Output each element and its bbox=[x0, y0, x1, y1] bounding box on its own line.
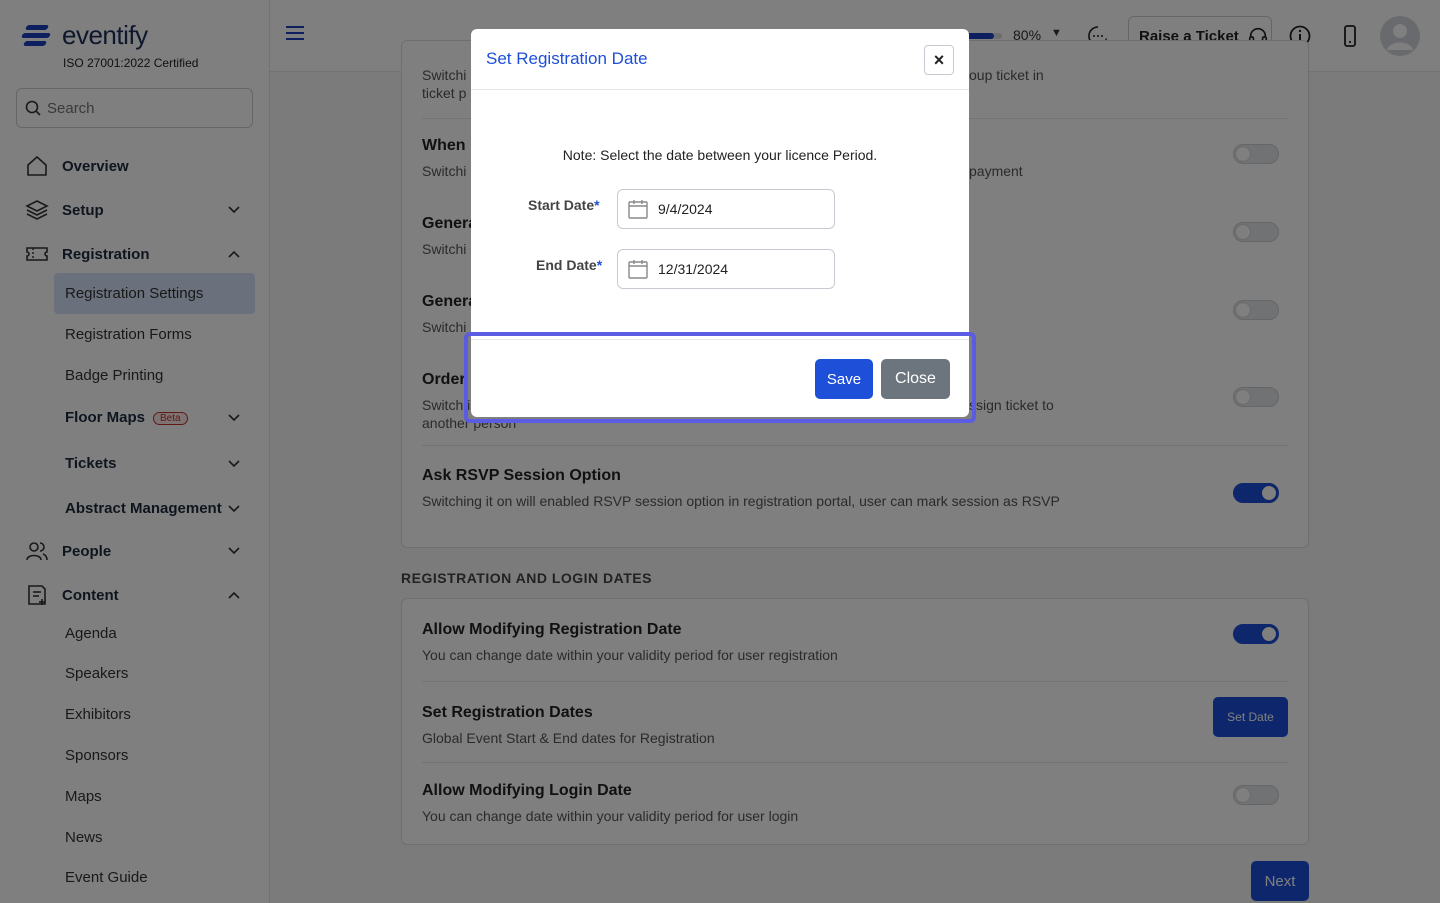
calendar-icon bbox=[628, 200, 648, 219]
start-date-label-text: Start Date bbox=[528, 197, 595, 213]
close-icon[interactable]: × bbox=[924, 45, 954, 75]
start-date-value: 9/4/2024 bbox=[658, 201, 713, 217]
licence-note: Note: Select the date between your licen… bbox=[562, 147, 878, 163]
end-date-label-text: End Date bbox=[536, 257, 597, 273]
divider bbox=[471, 89, 969, 90]
required-mark: * bbox=[596, 257, 603, 273]
start-date-label: Start Date* bbox=[528, 197, 600, 213]
end-date-value: 12/31/2024 bbox=[658, 261, 729, 277]
focus-highlight bbox=[464, 332, 976, 423]
end-date-input[interactable]: 12/31/2024 bbox=[617, 249, 835, 289]
required-mark: * bbox=[594, 197, 600, 213]
calendar-icon bbox=[628, 260, 648, 279]
end-date-label: End Date* bbox=[536, 257, 602, 273]
start-date-input[interactable]: 9/4/2024 bbox=[617, 189, 835, 229]
modal-title: Set Registration Date bbox=[486, 49, 648, 68]
